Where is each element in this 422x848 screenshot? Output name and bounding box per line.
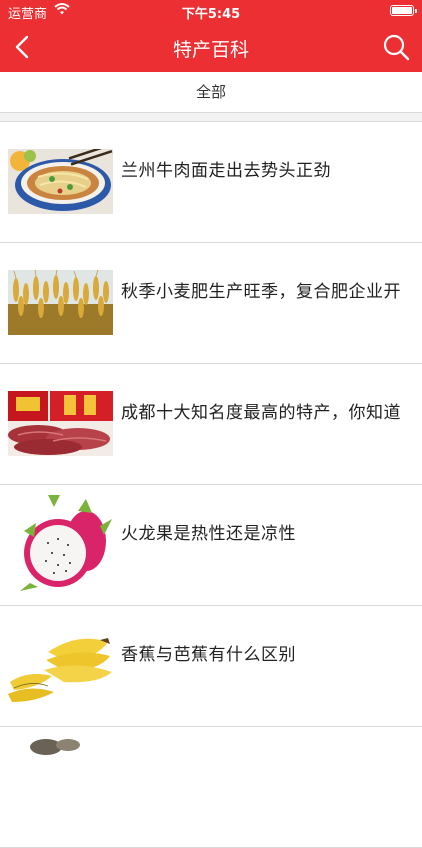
section-divider <box>0 113 422 122</box>
list-item[interactable]: 香蕉与芭蕉有什么区别 <box>0 606 422 727</box>
article-title: 香蕉与芭蕉有什么区别 <box>121 645 296 665</box>
list-item[interactable]: 秋季小麦肥生产旺季，复合肥企业开 <box>0 243 422 364</box>
status-bar: 运营商 下午5:45 <box>0 0 422 22</box>
bananas-image <box>8 622 113 708</box>
article-title: 秋季小麦肥生产旺季，复合肥企业开 <box>121 282 401 302</box>
navigation-bar: 特产百科 <box>0 22 422 72</box>
battery-icon <box>390 5 417 16</box>
status-time: 下午5:45 <box>181 7 241 22</box>
article-list: 兰州牛肉面走出去势头正劲 秋季小麦肥生产旺季，复合肥企业开 成都十大知名度最高的… <box>0 122 422 848</box>
search-icon[interactable] <box>382 33 410 61</box>
article-title: 兰州牛肉面走出去势头正劲 <box>121 161 331 181</box>
dragon-fruit-image <box>8 491 113 599</box>
page-title: 特产百科 <box>172 39 249 61</box>
list-item[interactable]: 兰州牛肉面走出去势头正劲 <box>0 122 422 243</box>
article-title: 火龙果是热性还是凉性 <box>121 524 296 544</box>
list-item[interactable]: 成都十大知名度最高的特产，你知道 <box>0 364 422 485</box>
wheat-field-image <box>8 270 113 335</box>
category-filter-all[interactable]: 全部 <box>0 72 422 113</box>
beef-noodle-image <box>8 149 113 214</box>
list-item[interactable]: 火龙果是热性还是凉性 <box>0 485 422 606</box>
dried-beef-image <box>8 391 113 456</box>
list-item[interactable] <box>0 727 422 848</box>
article-title: 成都十大知名度最高的特产，你知道 <box>121 403 401 423</box>
partial-thumbnail-image <box>8 739 113 804</box>
